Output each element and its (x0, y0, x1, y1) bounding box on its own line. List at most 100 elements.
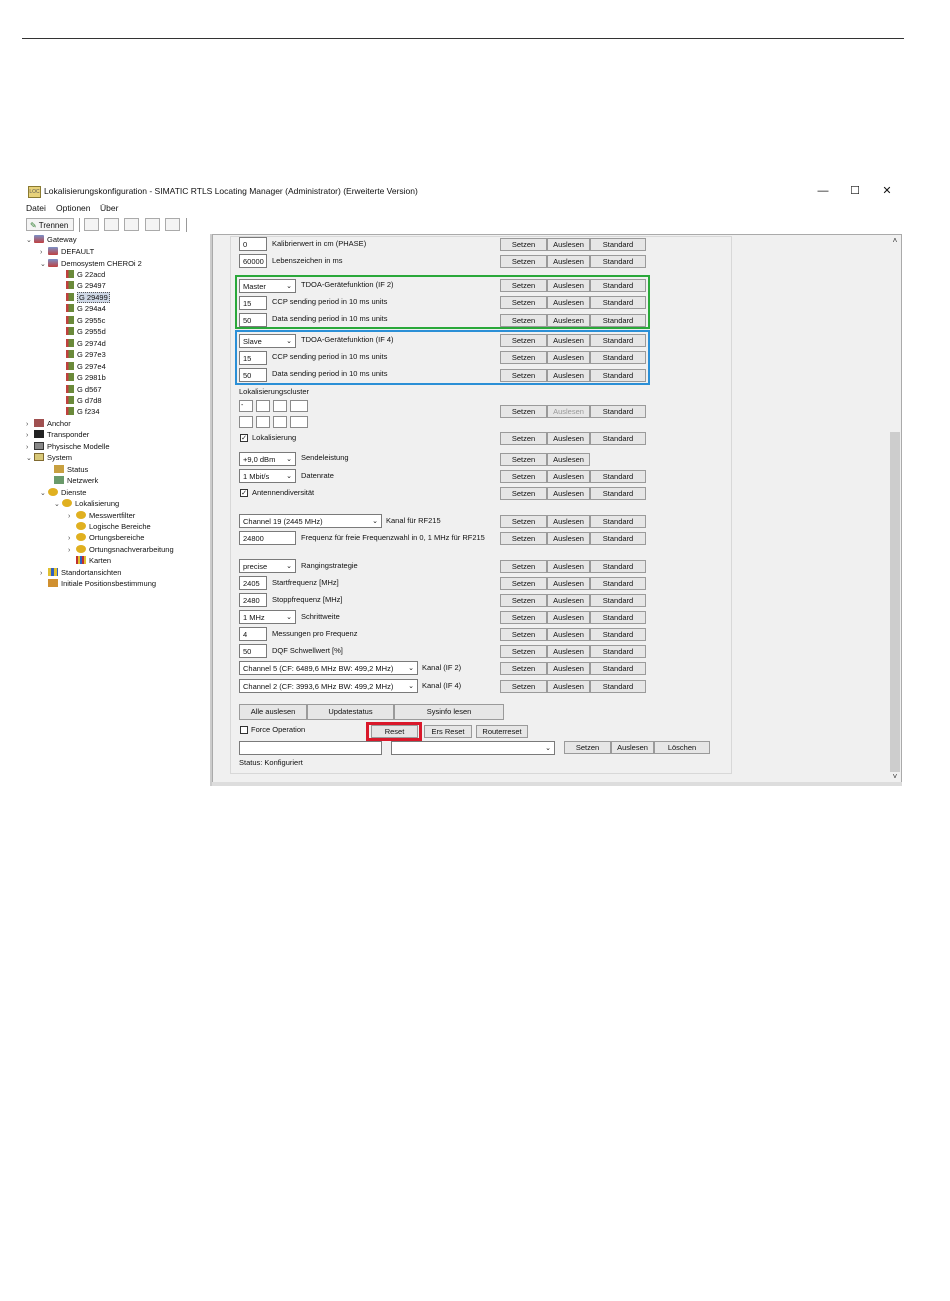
antennen-setzen-button[interactable]: Setzen (500, 487, 547, 500)
tree-item-dienste[interactable]: ⌄ Dienste (40, 487, 86, 498)
antennen-standard-button[interactable]: Standard (590, 487, 646, 500)
kanal-if4-setzen-button[interactable]: Setzen (500, 680, 547, 693)
kalibrier-input[interactable]: 0 (239, 237, 267, 251)
vertical-scrollbar[interactable]: ˄ ˅ (889, 236, 901, 784)
cluster-cell[interactable]: - (239, 400, 253, 412)
tree-item-gateway-node[interactable]: G f234 (66, 406, 100, 417)
close-button[interactable]: ✕ (872, 183, 902, 199)
lokalisierung-standard-button[interactable]: Standard (590, 432, 646, 445)
tree-item-gateway-node[interactable]: G 2955c (66, 315, 105, 326)
routerreset-button[interactable]: Routerreset (476, 725, 528, 738)
scrollbar-thumb[interactable] (890, 432, 900, 772)
tree-item-gateway-node[interactable]: G d7d8 (66, 395, 102, 406)
maximize-button[interactable]: ☐ (840, 183, 870, 199)
chevron-down-icon[interactable]: ⌄ (40, 488, 48, 499)
dqf-setzen-button[interactable]: Setzen (500, 645, 547, 658)
tree-item-ortungsnachverarbeitung[interactable]: › Ortungsnachverarbeitung (68, 544, 174, 555)
minimize-button[interactable]: — (808, 183, 838, 199)
cluster-setzen-button[interactable]: Setzen (500, 405, 547, 418)
loeschen-button[interactable]: Löschen (654, 741, 710, 754)
schrittweite-select[interactable]: 1 MHz ⌄ (239, 610, 296, 624)
sendeleistung-auslesen-button[interactable]: Auslesen (547, 453, 590, 466)
lokalisierung-auslesen-button[interactable]: Auslesen (547, 432, 590, 445)
lebenszeichen-input[interactable]: 60000 (239, 254, 267, 268)
lebenszeichen-setzen-button[interactable]: Setzen (500, 255, 547, 268)
tree-item-gateway-node[interactable]: G 29497 (66, 280, 106, 291)
menu-datei[interactable]: Datei (26, 203, 46, 213)
kanal-rf215-select[interactable]: Channel 19 (2445 MHz) ⌄ (239, 514, 382, 528)
menu-ueber[interactable]: Über (100, 203, 118, 213)
service-tool-icon[interactable] (165, 218, 180, 231)
updatestatus-button[interactable]: Updatestatus (307, 704, 394, 720)
datenrate-standard-button[interactable]: Standard (590, 470, 646, 483)
command-input[interactable] (239, 741, 382, 755)
tree-item-karten[interactable]: Karten (76, 555, 111, 566)
kanal-if2-setzen-button[interactable]: Setzen (500, 662, 547, 675)
frequenz-standard-button[interactable]: Standard (590, 532, 646, 545)
trennen-button[interactable]: ✎ Trennen (26, 218, 74, 231)
schrittweite-auslesen-button[interactable]: Auslesen (547, 611, 590, 624)
kalibrier-auslesen-button[interactable]: Auslesen (547, 238, 590, 251)
tree-item-gateway-node[interactable]: G 297e3 (66, 349, 106, 360)
tree-item-system[interactable]: ⌄ System (26, 452, 72, 463)
tree-item-default[interactable]: › DEFAULT (40, 246, 94, 257)
cluster-cell[interactable] (239, 416, 253, 428)
menu-optionen[interactable]: Optionen (56, 203, 91, 213)
tree-item-logische-bereiche[interactable]: Logische Bereiche (76, 521, 151, 532)
stoppfrequenz-setzen-button[interactable]: Setzen (500, 594, 547, 607)
kanal-rf215-setzen-button[interactable]: Setzen (500, 515, 547, 528)
command-setzen-button[interactable]: Setzen (564, 741, 611, 754)
sendeleistung-setzen-button[interactable]: Setzen (500, 453, 547, 466)
command-select[interactable]: ⌄ (391, 741, 555, 755)
tree-item-gateway[interactable]: ⌄ Gateway (26, 234, 77, 245)
messungen-standard-button[interactable]: Standard (590, 628, 646, 641)
tree-item-status[interactable]: Status (54, 464, 88, 475)
tree-item-standortansichten[interactable]: › Standortansichten (40, 567, 121, 578)
startfrequenz-setzen-button[interactable]: Setzen (500, 577, 547, 590)
cluster-standard-button[interactable]: Standard (590, 405, 646, 418)
chevron-right-icon[interactable]: › (68, 511, 76, 522)
cluster-cell[interactable] (256, 416, 270, 428)
cluster-cell[interactable] (273, 416, 287, 428)
kalibrier-standard-button[interactable]: Standard (590, 238, 646, 251)
ranging-standard-button[interactable]: Standard (590, 560, 646, 573)
tree-item-anchor[interactable]: › Anchor (26, 418, 71, 429)
ranging-select[interactable]: precise ⌄ (239, 559, 296, 573)
command-auslesen-button[interactable]: Auslesen (611, 741, 654, 754)
chevron-down-icon[interactable]: ⌄ (26, 235, 34, 246)
lebenszeichen-auslesen-button[interactable]: Auslesen (547, 255, 590, 268)
messungen-setzen-button[interactable]: Setzen (500, 628, 547, 641)
datenrate-setzen-button[interactable]: Setzen (500, 470, 547, 483)
chevron-right-icon[interactable]: › (26, 430, 34, 441)
chevron-down-icon[interactable]: ⌄ (26, 453, 34, 464)
cluster-cell[interactable] (273, 400, 287, 412)
datenrate-select[interactable]: 1 Mbit/s ⌄ (239, 469, 296, 483)
schrittweite-standard-button[interactable]: Standard (590, 611, 646, 624)
gateway-tool-icon[interactable] (84, 218, 99, 231)
dqf-standard-button[interactable]: Standard (590, 645, 646, 658)
frequenz-setzen-button[interactable]: Setzen (500, 532, 547, 545)
tree-item-gateway-node[interactable]: G d567 (66, 384, 102, 395)
chevron-right-icon[interactable]: › (68, 533, 76, 544)
kanal-rf215-standard-button[interactable]: Standard (590, 515, 646, 528)
messungen-input[interactable]: 4 (239, 627, 267, 641)
lebenszeichen-standard-button[interactable]: Standard (590, 255, 646, 268)
tree-item-physische-modelle[interactable]: › Physische Modelle (26, 441, 110, 452)
kanal-rf215-auslesen-button[interactable]: Auslesen (547, 515, 590, 528)
lokalisierung-checkbox[interactable]: ✓ (240, 434, 248, 442)
dqf-input[interactable]: 50 (239, 644, 267, 658)
scroll-down-icon[interactable]: ˅ (890, 772, 900, 781)
chevron-right-icon[interactable]: › (40, 568, 48, 579)
dqf-auslesen-button[interactable]: Auslesen (547, 645, 590, 658)
tree-item-gateway-node[interactable]: G 2974d (66, 338, 106, 349)
tree-item-netzwerk[interactable]: Netzwerk (54, 475, 98, 486)
alle-auslesen-button[interactable]: Alle auslesen (239, 704, 307, 720)
kanal-if4-auslesen-button[interactable]: Auslesen (547, 680, 590, 693)
tree-item-gateway-node-selected[interactable]: G 29499 (66, 292, 110, 303)
cluster-cell[interactable] (290, 416, 308, 428)
ranging-auslesen-button[interactable]: Auslesen (547, 560, 590, 573)
lokalisierung-setzen-button[interactable]: Setzen (500, 432, 547, 445)
stoppfrequenz-auslesen-button[interactable]: Auslesen (547, 594, 590, 607)
tree-item-initiale[interactable]: Initiale Positionsbestimmung (48, 578, 156, 589)
scroll-up-icon[interactable]: ˄ (890, 236, 900, 245)
